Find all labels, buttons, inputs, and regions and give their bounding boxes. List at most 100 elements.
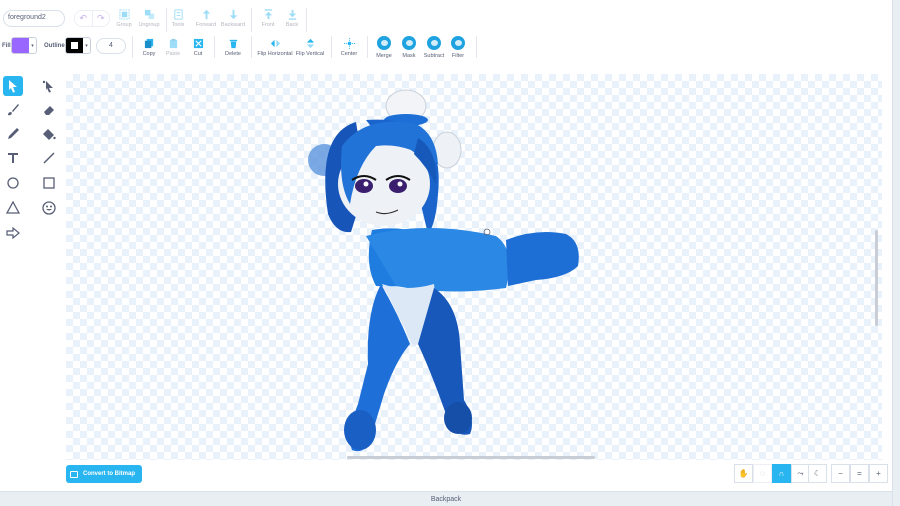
- ungroup-icon: [143, 8, 155, 20]
- line-tool[interactable]: [39, 148, 59, 168]
- divider: [367, 36, 368, 58]
- outline-label: Outline: [44, 43, 65, 49]
- reshape-icon: [42, 80, 53, 93]
- rectangle-tool[interactable]: [39, 173, 59, 193]
- paint-bucket-icon: [43, 129, 56, 140]
- backward-button[interactable]: Backward: [218, 8, 248, 28]
- paint-editor-toolbar: foreground2 ↶ ↷ Group Ungroup Tools Forw…: [0, 0, 892, 70]
- dark-mode-button[interactable]: ☾: [808, 464, 827, 483]
- center-icon: [343, 37, 355, 49]
- divider: [331, 36, 332, 58]
- divider: [251, 36, 252, 58]
- vertical-scrollbar[interactable]: [875, 230, 878, 326]
- undo-icon: ↶: [79, 13, 88, 23]
- emoji-tool[interactable]: [39, 198, 59, 218]
- undo-button[interactable]: ↶: [74, 10, 92, 27]
- zoom-out-button[interactable]: −: [831, 464, 850, 483]
- filter-icon: [451, 36, 465, 50]
- filter-button[interactable]: Filter: [443, 36, 473, 59]
- nodes-icon: ⤳: [797, 468, 804, 478]
- paint-bucket-tool[interactable]: [39, 124, 59, 144]
- pan-button[interactable]: ✋: [734, 464, 753, 483]
- zoom-in-icon: +: [876, 469, 881, 478]
- redo-button[interactable]: ↷: [91, 10, 110, 27]
- copy-icon: [143, 37, 155, 49]
- flip-vertical-icon: [304, 37, 316, 49]
- zoom-controls: − = +: [831, 464, 888, 483]
- flip-vertical-button[interactable]: Flip Vertical: [294, 37, 326, 57]
- convert-to-bitmap-button[interactable]: Convert to Bitmap: [66, 465, 142, 483]
- eraser-icon: [44, 106, 54, 115]
- bulb-icon: ◌: [760, 469, 765, 478]
- smiley-icon: [42, 201, 56, 215]
- sprite-character: [308, 89, 579, 452]
- tools-button[interactable]: Tools: [163, 8, 193, 28]
- forward-button[interactable]: Forward: [191, 8, 221, 28]
- mode-controls: ✋ ◌: [734, 464, 772, 483]
- magnet-snap-button[interactable]: ∩: [772, 464, 791, 483]
- redo-icon: ↷: [96, 13, 105, 23]
- forward-icon: [200, 8, 212, 20]
- divider: [476, 36, 477, 58]
- backpack-bar[interactable]: Backpack: [0, 491, 892, 506]
- fill-color-swatch: [12, 38, 29, 53]
- rectangle-icon: [43, 177, 55, 189]
- trash-icon: [227, 37, 239, 49]
- zoom-reset-button[interactable]: =: [850, 464, 869, 483]
- outline-color-swatch: [66, 38, 83, 53]
- back-icon: [286, 8, 298, 20]
- pen-icon: [8, 128, 19, 139]
- snap-controls: ∩ ⤳: [772, 464, 810, 483]
- zoom-in-button[interactable]: +: [869, 464, 888, 483]
- circle-tool[interactable]: [3, 173, 23, 193]
- fill-color-picker[interactable]: ▾: [11, 37, 37, 54]
- tools-icon: [172, 8, 184, 20]
- select-tool[interactable]: [3, 76, 23, 96]
- backward-icon: [227, 8, 239, 20]
- arrow-shape-tool[interactable]: [3, 223, 23, 243]
- paste-icon: [167, 37, 179, 49]
- scissors-icon: [192, 37, 204, 49]
- circle-icon: [7, 177, 19, 189]
- moon-icon: ☾: [813, 469, 822, 478]
- image-icon: [70, 470, 78, 478]
- outline-color-picker[interactable]: ▾: [65, 37, 91, 54]
- costume-name-input[interactable]: foreground2: [3, 10, 65, 27]
- delete-button[interactable]: Delete: [218, 37, 248, 57]
- magnet-icon: ∩: [778, 469, 785, 478]
- center-button[interactable]: Center: [334, 37, 364, 57]
- undo-redo-group: ↶ ↷: [74, 10, 110, 27]
- triangle-icon: [6, 201, 20, 214]
- fill-tool[interactable]: [3, 124, 23, 144]
- cut-button[interactable]: Cut: [183, 37, 213, 57]
- text-tool[interactable]: [3, 148, 23, 168]
- merge-icon: [377, 36, 391, 50]
- triangle-tool[interactable]: [3, 198, 23, 218]
- eraser-tool[interactable]: [39, 100, 59, 120]
- fill-label: Fill: [2, 43, 11, 49]
- back-button[interactable]: Back: [277, 8, 307, 28]
- outline-width-input[interactable]: 4: [96, 38, 126, 54]
- brush-tool[interactable]: [3, 100, 23, 120]
- onion-skin-button[interactable]: ◌: [753, 464, 772, 483]
- paint-canvas[interactable]: [66, 74, 882, 460]
- hand-icon: ✋: [738, 469, 749, 478]
- tool-palette: [0, 70, 62, 490]
- ungroup-button[interactable]: Ungroup: [134, 8, 164, 28]
- subtract-icon: [427, 36, 441, 50]
- mask-icon: [402, 36, 416, 50]
- divider: [214, 36, 215, 58]
- zoom-reset-icon: =: [857, 469, 862, 478]
- flip-horizontal-button[interactable]: Flip Horizontal: [257, 37, 293, 57]
- divider: [132, 36, 133, 58]
- flip-horizontal-icon: [269, 37, 281, 49]
- arrow-cursor-icon: [9, 80, 17, 93]
- divider: [306, 8, 307, 32]
- horizontal-scrollbar[interactable]: [347, 456, 595, 459]
- front-icon: [262, 8, 274, 20]
- window-edge: [892, 0, 900, 506]
- reshape-tool[interactable]: [39, 76, 59, 96]
- divider: [251, 8, 252, 32]
- text-icon: [8, 153, 18, 163]
- arrow-right-icon: [6, 226, 20, 240]
